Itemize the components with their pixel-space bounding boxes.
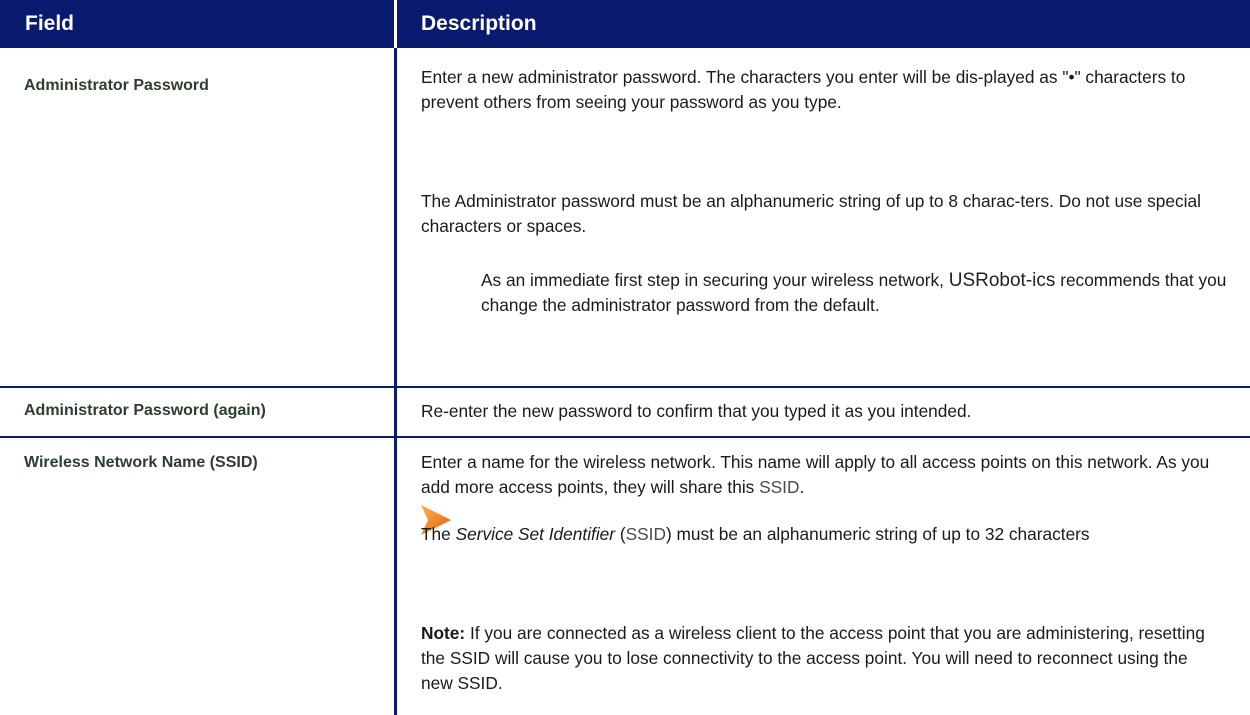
row-divider [0,436,1250,438]
row-divider [0,386,1250,388]
header-field: Field [0,0,394,48]
description-paragraph: Re-enter the new password to confirm tha… [421,401,972,421]
description-paragraph: The Service Set Identifier (SSID) must b… [421,524,1090,544]
tip-text: As an immediate first step in securing y… [481,268,1229,318]
description-paragraph: Enter a new administrator password. The … [421,67,1186,112]
ssid-term: SSID [759,477,800,497]
text: Enter a name for the wireless network. T… [421,452,1210,497]
field-wireless-network-name: Wireless Network Name (SSID) [24,454,258,471]
brand-name: USRobot-ics [948,270,1056,291]
note-text: If you are connected as a wireless clien… [421,623,1205,693]
description-paragraph: Enter a name for the wireless network. T… [421,450,1221,500]
note-label: Note: [421,623,466,643]
field-administrator-password-again: Administrator Password (again) [24,402,266,419]
column-divider [394,48,397,715]
text: . [799,477,805,497]
text: The [421,524,456,544]
note-paragraph: Note: If you are connected as a wireless… [421,621,1221,696]
field-description-table: Field Description Administrator Password… [0,0,1250,715]
ssid-term: SSID [625,524,666,544]
tip-before: As an immediate first step in securing y… [481,270,949,290]
text: must be an alphanumeric string of up to … [671,524,1090,544]
description-paragraph: The Administrator password must be an al… [421,191,1201,236]
service-set-identifier-term: Service Set Identifier [455,524,616,544]
header-description: Description [397,0,1250,48]
field-administrator-password: Administrator Password [24,77,209,94]
